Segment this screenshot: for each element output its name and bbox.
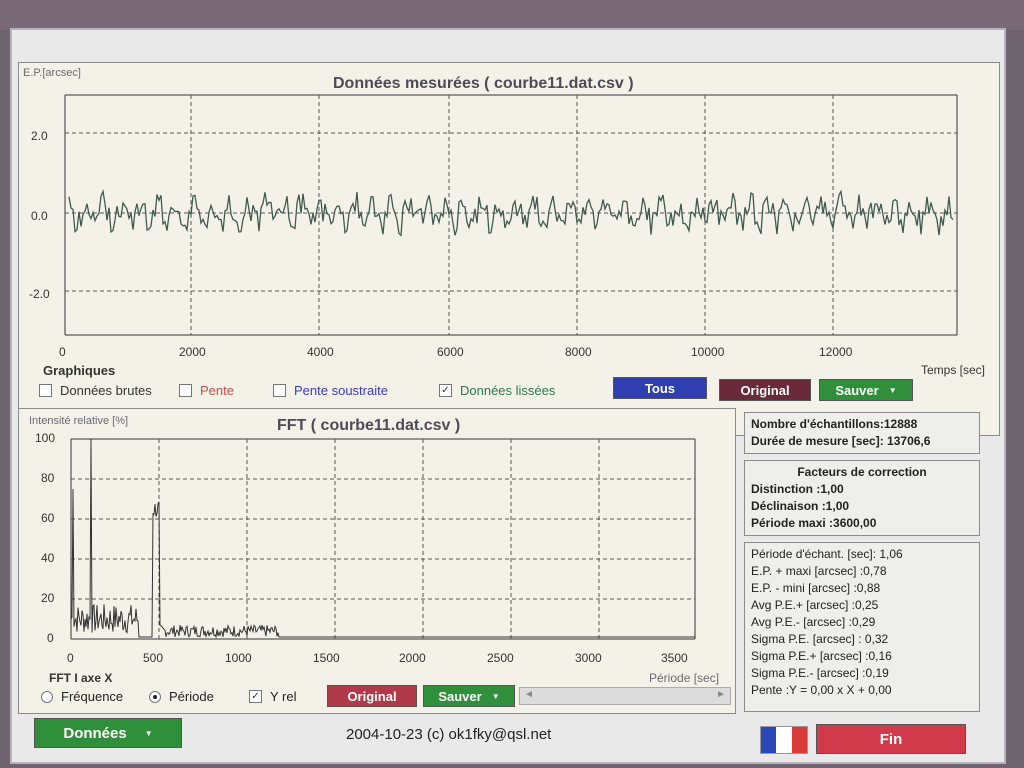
- time-ytick: 2.0: [31, 129, 48, 143]
- checkbox-donnees-lissees[interactable]: ✓ Données lissées: [439, 383, 555, 398]
- fft-ytick: 60: [41, 511, 55, 525]
- dropdown-arrow-icon[interactable]: ▼: [889, 386, 897, 395]
- fin-button[interactable]: Fin: [816, 724, 966, 754]
- time-chart-panel: E.P.[arcsec] Données mesurées ( courbe11…: [18, 62, 1000, 436]
- fft-xtick: 3000: [575, 651, 602, 665]
- info-line: Distinction :1,00: [751, 482, 844, 496]
- donnees-label: Données: [63, 724, 127, 742]
- info-line: Période maxi :3600,00: [751, 516, 877, 530]
- checkbox-label: Pente soustraite: [294, 383, 388, 398]
- fft-chart: [70, 438, 696, 640]
- fft-xtick: 0: [67, 651, 74, 665]
- correction-factors-box: Facteurs de correction Distinction :1,00…: [744, 460, 980, 536]
- fft-chart-xlabel: Période [sec]: [649, 671, 720, 685]
- checkbox-box[interactable]: ✓: [249, 690, 262, 703]
- checkbox-label: Pente: [200, 383, 234, 398]
- time-ytick: -2.0: [29, 287, 50, 301]
- time-xtick: 6000: [437, 345, 464, 359]
- sauver-label: Sauver: [438, 688, 482, 704]
- fft-xtick: 1500: [313, 651, 340, 665]
- stat-line: Période d'échant. [sec]: 1,06: [751, 547, 903, 561]
- fft-spectrum-trace: [70, 438, 695, 639]
- fft-xtick: 1000: [225, 651, 252, 665]
- fft-original-button[interactable]: Original: [327, 685, 417, 707]
- dropdown-arrow-icon[interactable]: ▼: [145, 729, 153, 738]
- radio-label: Période: [169, 689, 214, 704]
- fft-xtick: 2500: [487, 651, 514, 665]
- sauver-label: Sauver: [835, 382, 879, 398]
- time-ytick: 0.0: [31, 209, 48, 223]
- statistics-box: Période d'échant. [sec]: 1,06 E.P. + max…: [744, 542, 980, 712]
- stat-line: Sigma P.E.+ [arcsec] :0,16: [751, 649, 892, 663]
- time-xtick: 0: [59, 345, 66, 359]
- app-window: E.P.[arcsec] Données mesurées ( courbe11…: [10, 28, 1006, 764]
- fft-axis-label: FFT I axe X: [49, 671, 113, 685]
- checkbox-box[interactable]: [273, 384, 286, 397]
- radio-periode[interactable]: Période: [149, 689, 214, 704]
- info-line: Durée de mesure [sec]: 13706,6: [751, 434, 931, 448]
- desktop-background: [0, 0, 1024, 30]
- correction-title: Facteurs de correction: [797, 465, 927, 479]
- french-flag-icon[interactable]: [760, 726, 808, 754]
- radio-label: Fréquence: [61, 689, 124, 704]
- checkbox-y-rel[interactable]: ✓ Y rel: [249, 689, 297, 704]
- time-xtick: 10000: [691, 345, 725, 359]
- time-xtick: 12000: [819, 345, 853, 359]
- stat-line: Sigma P.E. [arcsec] : 0,32: [751, 632, 889, 646]
- donnees-button[interactable]: Données ▼: [34, 718, 182, 748]
- fft-xtick: 500: [143, 651, 164, 665]
- checkbox-box[interactable]: ✓: [439, 384, 452, 397]
- info-line: Nombre d'échantillons:12888: [751, 417, 918, 431]
- stat-line: E.P. - mini [arcsec] :0,88: [751, 581, 881, 595]
- checkbox-pente[interactable]: Pente: [179, 383, 234, 398]
- checkbox-pente-soustraite[interactable]: Pente soustraite: [273, 383, 388, 398]
- copyright-text: 2004-10-23 (c) ok1fky@qsl.net: [346, 726, 552, 743]
- checkbox-box[interactable]: [39, 384, 52, 397]
- checkbox-donnees-brutes[interactable]: Données brutes: [39, 383, 152, 398]
- stat-line: Avg P.E.+ [arcsec] :0,25: [751, 598, 879, 612]
- fft-ytick: 0: [47, 631, 54, 645]
- dropdown-arrow-icon[interactable]: ▼: [492, 692, 500, 701]
- checkbox-label: Y rel: [270, 689, 297, 704]
- time-xtick: 8000: [565, 345, 592, 359]
- radio-dot[interactable]: [41, 690, 53, 703]
- fft-chart-panel: Intensité relative [%] FFT ( courbe11.da…: [18, 408, 736, 714]
- fft-ytick: 40: [41, 551, 55, 565]
- sauver-button[interactable]: Sauver ▼: [819, 379, 913, 401]
- fft-ytick: 20: [41, 591, 55, 605]
- fft-xtick: 2000: [399, 651, 426, 665]
- stat-line: Avg P.E.- [arcsec] :0,29: [751, 615, 876, 629]
- tous-button[interactable]: Tous: [613, 377, 707, 399]
- time-xtick: 4000: [307, 345, 334, 359]
- time-xtick: 2000: [179, 345, 206, 359]
- stat-line: Pente :Y = 0,00 x X + 0,00: [751, 683, 892, 697]
- fft-horizontal-scrollbar[interactable]: ◄ ►: [519, 687, 731, 705]
- scroll-left-icon[interactable]: ◄: [524, 689, 534, 700]
- time-chart-xlabel: Temps [sec]: [921, 363, 986, 377]
- stat-line: Sigma P.E.- [arcsec] :0,19: [751, 666, 889, 680]
- original-button[interactable]: Original: [719, 379, 811, 401]
- info-line: Déclinaison :1,00: [751, 499, 850, 513]
- radio-frequence[interactable]: Fréquence: [41, 689, 123, 704]
- fft-ytick: 80: [41, 471, 55, 485]
- fft-ytick: 100: [35, 431, 56, 445]
- checkbox-label: Données brutes: [60, 383, 152, 398]
- checkbox-label: Données lissées: [460, 383, 556, 398]
- stat-line: E.P. + maxi [arcsec] :0,78: [751, 564, 887, 578]
- radio-dot[interactable]: [149, 690, 161, 703]
- sample-info-box: Nombre d'échantillons:12888 Durée de mes…: [744, 412, 980, 454]
- fft-sauver-button[interactable]: Sauver ▼: [423, 685, 515, 707]
- scroll-right-icon[interactable]: ►: [716, 689, 726, 700]
- fft-xtick: 3500: [661, 651, 688, 665]
- graphiques-label: Graphiques: [43, 363, 116, 378]
- checkbox-box[interactable]: [179, 384, 192, 397]
